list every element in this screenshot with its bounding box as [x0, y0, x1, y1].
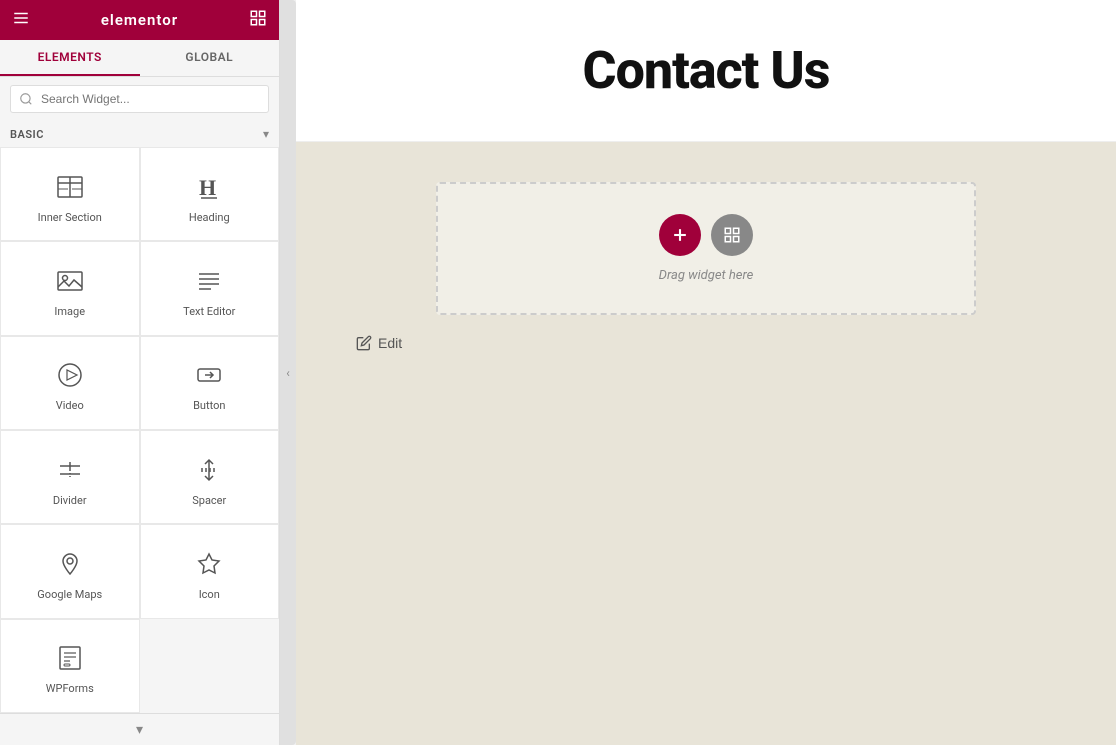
- widget-text-editor-label: Text Editor: [183, 305, 235, 318]
- widget-settings-button[interactable]: [711, 214, 753, 256]
- widget-video[interactable]: Video: [0, 336, 140, 430]
- top-bar: elementor: [0, 0, 279, 40]
- widget-heading-label: Heading: [189, 211, 230, 224]
- widget-divider-label: Divider: [53, 494, 87, 507]
- widget-grid: Inner Section H Heading Image: [0, 147, 279, 713]
- panel-tabs: ELEMENTS GLOBAL: [0, 40, 279, 77]
- add-widget-button[interactable]: [659, 214, 701, 256]
- basic-section-header[interactable]: BASIC ▾: [0, 121, 279, 147]
- heading-icon: H: [191, 169, 227, 205]
- tab-global[interactable]: GLOBAL: [140, 40, 280, 76]
- button-icon: [191, 357, 227, 393]
- widget-divider[interactable]: Divider: [0, 430, 140, 524]
- text-editor-icon: [191, 263, 227, 299]
- widget-icon-label: Icon: [199, 588, 220, 601]
- search-bar: [0, 77, 279, 121]
- svg-text:H: H: [199, 175, 216, 200]
- widget-heading[interactable]: H Heading: [140, 147, 280, 241]
- basic-section-label: BASIC: [10, 128, 44, 141]
- widget-spacer-label: Spacer: [192, 494, 226, 507]
- chevron-down-icon: ▾: [136, 722, 143, 738]
- wpforms-icon: [52, 640, 88, 676]
- google-maps-icon: [52, 546, 88, 582]
- tab-elements[interactable]: ELEMENTS: [0, 40, 140, 76]
- panel-scroll-down[interactable]: ▾: [0, 713, 279, 745]
- collapse-arrow-icon: ‹: [286, 366, 290, 380]
- widget-image-label: Image: [54, 305, 85, 318]
- drag-widget-container: Drag widget here: [436, 182, 976, 315]
- hamburger-menu-icon[interactable]: [12, 9, 30, 32]
- widget-video-label: Video: [56, 399, 84, 412]
- widget-image[interactable]: Image: [0, 241, 140, 335]
- edit-button[interactable]: Edit: [356, 335, 402, 351]
- widget-google-maps[interactable]: Google Maps: [0, 524, 140, 618]
- chevron-down-icon: ▾: [263, 127, 269, 141]
- edit-label: Edit: [378, 335, 402, 351]
- drag-label: Drag widget here: [659, 268, 754, 283]
- widget-google-maps-label: Google Maps: [37, 588, 102, 601]
- elementor-logo: elementor: [101, 11, 178, 29]
- page-title-section: Contact Us: [296, 0, 1116, 142]
- widget-spacer[interactable]: Spacer: [140, 430, 280, 524]
- widget-wpforms-label: WPForms: [46, 682, 94, 695]
- inner-section-icon: [52, 169, 88, 205]
- drag-widget-buttons: [659, 214, 753, 256]
- search-input[interactable]: [10, 85, 269, 113]
- widget-button[interactable]: Button: [140, 336, 280, 430]
- widget-text-editor[interactable]: Text Editor: [140, 241, 280, 335]
- content-area: Drag widget here Edit: [296, 142, 1116, 745]
- page-title: Contact Us: [316, 40, 1096, 101]
- widget-inner-section[interactable]: Inner Section: [0, 147, 140, 241]
- grid-menu-icon[interactable]: [249, 9, 267, 32]
- spacer-icon: [191, 452, 227, 488]
- icon-widget-icon: [191, 546, 227, 582]
- widget-icon[interactable]: Icon: [140, 524, 280, 618]
- video-icon: [52, 357, 88, 393]
- canvas-area: Contact Us: [296, 0, 1116, 745]
- divider-icon: [52, 452, 88, 488]
- widget-wpforms[interactable]: WPForms: [0, 619, 140, 713]
- widget-inner-section-label: Inner Section: [38, 211, 102, 224]
- edit-section: Edit: [316, 335, 1096, 351]
- image-icon: [52, 263, 88, 299]
- widget-button-label: Button: [193, 399, 225, 412]
- panel-collapse-handle[interactable]: ‹: [280, 0, 296, 745]
